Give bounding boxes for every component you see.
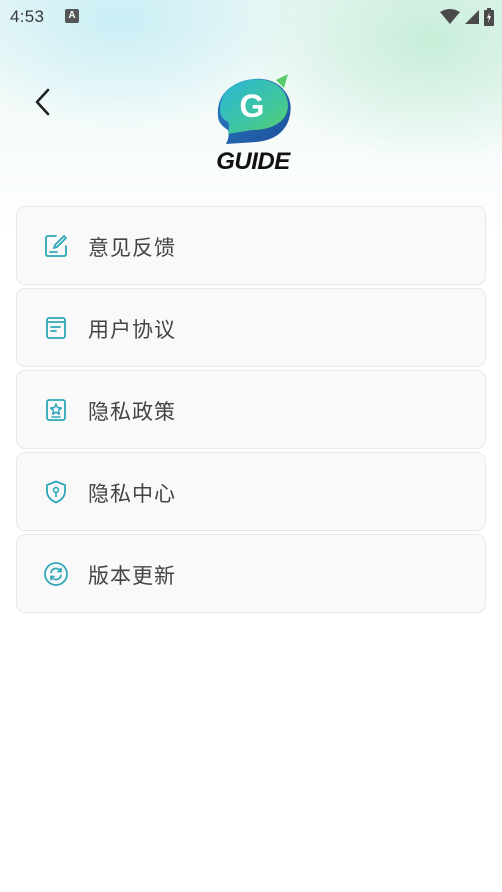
feedback-edit-icon (45, 235, 67, 257)
status-bar: 4:53 A (0, 0, 502, 36)
settings-menu: 意见反馈 用户协议 隐私政策 隐私中心 版本更新 (16, 206, 486, 616)
menu-item-feedback[interactable]: 意见反馈 (16, 206, 486, 285)
logo-wordmark: GUIDE (216, 148, 290, 175)
wifi-icon (440, 9, 460, 24)
notification-icon: A (65, 9, 79, 23)
svg-text:G: G (240, 88, 265, 124)
refresh-icon (44, 562, 68, 586)
shield-icon (46, 480, 66, 504)
guide-logo-icon: G (217, 74, 291, 144)
menu-item-privacy-center[interactable]: 隐私中心 (16, 452, 486, 531)
star-badge-icon (46, 399, 66, 421)
back-button[interactable] (26, 84, 62, 120)
menu-item-label: 隐私中心 (88, 482, 176, 506)
menu-item-privacy-policy[interactable]: 隐私政策 (16, 370, 486, 449)
menu-item-label: 隐私政策 (88, 400, 176, 424)
menu-item-version-update[interactable]: 版本更新 (16, 534, 486, 613)
document-icon (46, 317, 66, 339)
menu-item-label: 版本更新 (88, 564, 176, 588)
app-logo: G GUIDE (208, 72, 298, 182)
cell-signal-icon (465, 10, 479, 24)
chevron-left-icon (35, 88, 50, 116)
battery-icon (484, 8, 494, 26)
menu-item-label: 意见反馈 (88, 236, 176, 260)
status-icons (440, 7, 494, 27)
menu-item-label: 用户协议 (88, 318, 176, 342)
status-time: 4:53 (10, 7, 45, 26)
menu-item-user-agreement[interactable]: 用户协议 (16, 288, 486, 367)
